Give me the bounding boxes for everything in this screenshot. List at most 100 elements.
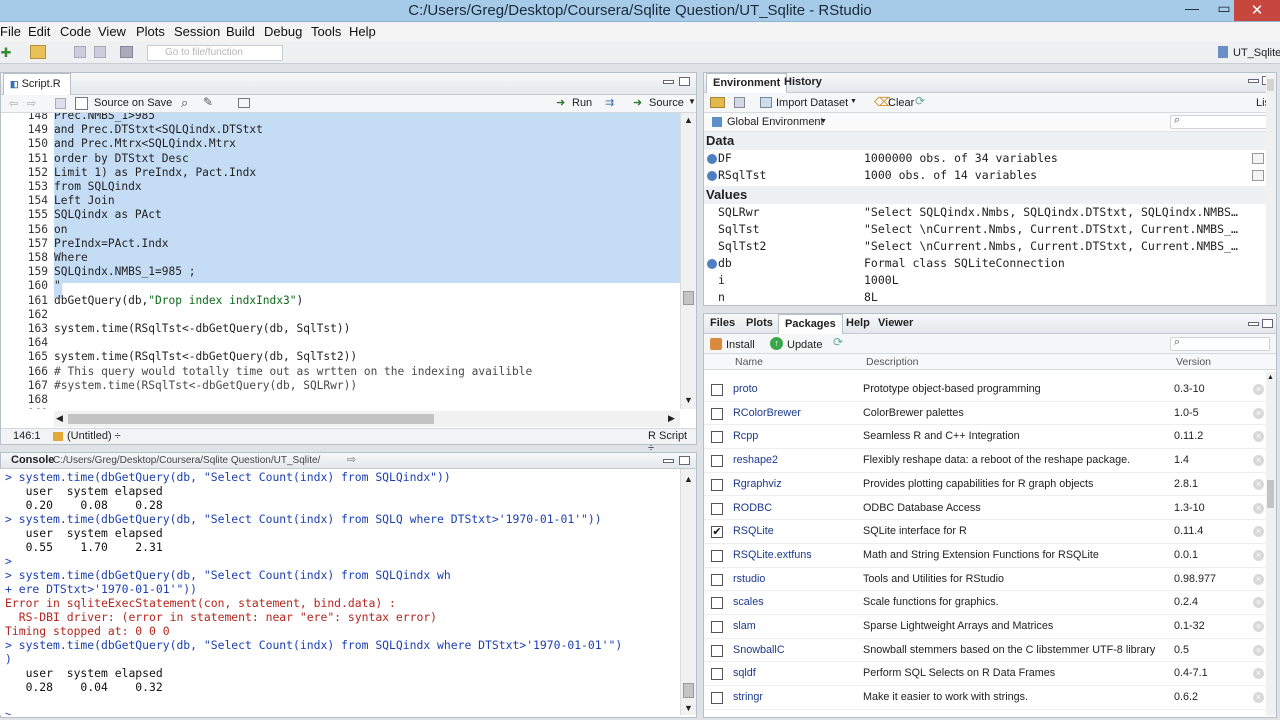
maximize-packages-icon[interactable] [1262, 319, 1273, 328]
package-load-checkbox[interactable]: ✔ [711, 526, 723, 539]
refresh-env-icon[interactable]: ⟳ [915, 94, 925, 108]
package-name-link[interactable]: stringr [733, 686, 763, 710]
tab-plots[interactable]: Plots [740, 314, 779, 334]
package-load-checkbox[interactable] [711, 407, 723, 420]
import-dropdown-icon[interactable]: ▼ [850, 98, 857, 105]
scope-selector[interactable]: (Untitled) ÷ [67, 430, 121, 442]
editor-hscroll-thumb[interactable] [68, 414, 434, 424]
save-icon[interactable] [74, 46, 86, 58]
console-output[interactable]: > system.time(dbGetQuery(db, "Select Cou… [0, 469, 680, 715]
package-name-link[interactable]: sqldf [733, 662, 756, 686]
goto-wd-icon[interactable]: ⇨ [347, 453, 356, 466]
global-env-selector[interactable]: Global Environment [727, 116, 824, 128]
tab-environment[interactable]: Environment [706, 73, 788, 93]
expand-icon[interactable] [707, 259, 717, 269]
remove-package-icon[interactable]: × [1253, 573, 1264, 585]
env-row[interactable]: SqlTst "Select \nCurrent.Nmbs, Current.DT… [704, 221, 1274, 238]
code-editor[interactable]: 148 149 150 151 152 153 154 155 156 157 158 159 160 1… [8, 113, 680, 409]
env-row[interactable]: SqlTst2 "Select \nCurrent.Nmbs, Current.D… [704, 238, 1274, 255]
search-icon[interactable]: ⌕ [181, 95, 188, 111]
remove-package-icon[interactable]: × [1253, 502, 1264, 514]
menu-session[interactable]: Session [174, 24, 220, 39]
env-row[interactable]: RSqlTst 1000 obs. of 14 variables [704, 167, 1274, 184]
install-button[interactable]: Install [726, 339, 755, 351]
menu-file[interactable]: File [0, 24, 21, 39]
scroll-right-icon[interactable]: ▶ [668, 413, 675, 424]
package-load-checkbox[interactable] [711, 549, 723, 562]
env-row[interactable]: i 1000L [704, 272, 1274, 289]
view-table-icon[interactable] [1252, 170, 1264, 181]
pk-scroll-thumb[interactable] [1267, 480, 1274, 508]
console-scroll-down-icon[interactable]: ▼ [684, 703, 693, 713]
package-load-checkbox[interactable] [711, 644, 723, 657]
env-vscrollbar[interactable] [1266, 75, 1276, 305]
package-name-link[interactable]: SnowballC [733, 639, 785, 663]
env-row[interactable]: DF 1000000 obs. of 34 variables [704, 150, 1274, 167]
menu-tools[interactable]: Tools [311, 24, 341, 39]
pk-scroll-up-icon[interactable]: ▲ [1267, 374, 1274, 381]
run-button[interactable]: Run [572, 97, 592, 109]
package-load-checkbox[interactable] [711, 692, 723, 705]
menu-build[interactable]: Build [226, 24, 255, 39]
env-row[interactable]: SQLRwr "Select SQLQindx.Nmbs, SQLQindx.DT… [704, 204, 1274, 221]
remove-package-icon[interactable]: × [1253, 384, 1264, 395]
menu-help[interactable]: Help [349, 24, 376, 39]
env-row[interactable]: n 8L [704, 289, 1274, 304]
menu-edit[interactable]: Edit [28, 24, 50, 39]
save-script-icon[interactable] [55, 98, 66, 109]
tab-history[interactable]: History [778, 73, 828, 93]
menu-code[interactable]: Code [60, 24, 91, 39]
col-description[interactable]: Description [866, 356, 919, 368]
rerun-icon[interactable]: ⇉ [605, 96, 614, 109]
editor-vscroll-thumb[interactable] [683, 291, 694, 305]
remove-package-icon[interactable]: × [1253, 455, 1264, 467]
expand-icon[interactable] [707, 154, 717, 164]
console-vscrollbar[interactable]: ▲ ▼ [680, 469, 696, 715]
remove-package-icon[interactable]: × [1253, 549, 1264, 561]
minimize-packages-icon[interactable] [1248, 322, 1259, 326]
package-name-link[interactable]: slam [733, 615, 756, 639]
open-folder-icon[interactable] [30, 45, 46, 59]
menu-debug[interactable]: Debug [264, 24, 302, 39]
remove-package-icon[interactable]: × [1253, 668, 1264, 680]
package-load-checkbox[interactable] [711, 455, 723, 468]
package-load-checkbox[interactable] [711, 384, 723, 396]
menu-plots[interactable]: Plots [136, 24, 165, 39]
source-button[interactable]: Source [649, 97, 684, 109]
maximize-pane-icon[interactable] [679, 77, 690, 86]
forward-arrow-icon[interactable]: ⇨ [27, 97, 36, 110]
view-table-icon[interactable] [1252, 153, 1264, 164]
package-load-checkbox[interactable] [711, 621, 723, 633]
refresh-packages-icon[interactable]: ⟳ [833, 335, 843, 349]
package-load-checkbox[interactable] [711, 502, 723, 515]
scroll-down-icon[interactable]: ▼ [684, 395, 693, 405]
scroll-up-icon[interactable]: ▲ [684, 115, 693, 125]
package-name-link[interactable]: RODBC [733, 497, 772, 521]
package-name-link[interactable]: Rcpp [733, 425, 758, 449]
tab-viewer[interactable]: Viewer [872, 314, 919, 334]
load-workspace-icon[interactable] [710, 97, 725, 108]
package-load-checkbox[interactable] [711, 668, 723, 681]
packages-vscrollbar[interactable]: ▲ [1266, 372, 1276, 716]
minimize-pane-icon[interactable] [663, 80, 674, 84]
env-scroll-thumb[interactable] [1267, 79, 1274, 91]
env-search-input[interactable]: ⌕ [1170, 114, 1270, 129]
package-name-link[interactable]: RSQLite.extfuns [733, 544, 812, 568]
remove-package-icon[interactable]: × [1253, 621, 1264, 632]
save-workspace-icon[interactable] [734, 97, 745, 108]
print-icon[interactable] [120, 46, 133, 58]
remove-package-icon[interactable]: × [1253, 526, 1264, 538]
tab-help[interactable]: Help [840, 314, 876, 334]
close-button[interactable]: ✕ [1234, 0, 1280, 21]
minimize-env-icon[interactable] [1248, 79, 1259, 83]
file-type-selector[interactable]: R Script ÷ [648, 430, 696, 454]
package-load-checkbox[interactable] [711, 431, 723, 444]
tab-script-r[interactable]: ◧ Script.R × [3, 73, 71, 110]
scroll-left-icon[interactable]: ◀ [56, 413, 63, 424]
source-dropdown-icon[interactable]: ▼ [688, 97, 696, 106]
package-load-checkbox[interactable] [711, 573, 723, 586]
remove-package-icon[interactable]: × [1253, 431, 1264, 443]
package-name-link[interactable]: scales [733, 591, 764, 615]
maximize-console-icon[interactable] [679, 456, 690, 465]
wand-icon[interactable]: ✎ [203, 95, 213, 109]
